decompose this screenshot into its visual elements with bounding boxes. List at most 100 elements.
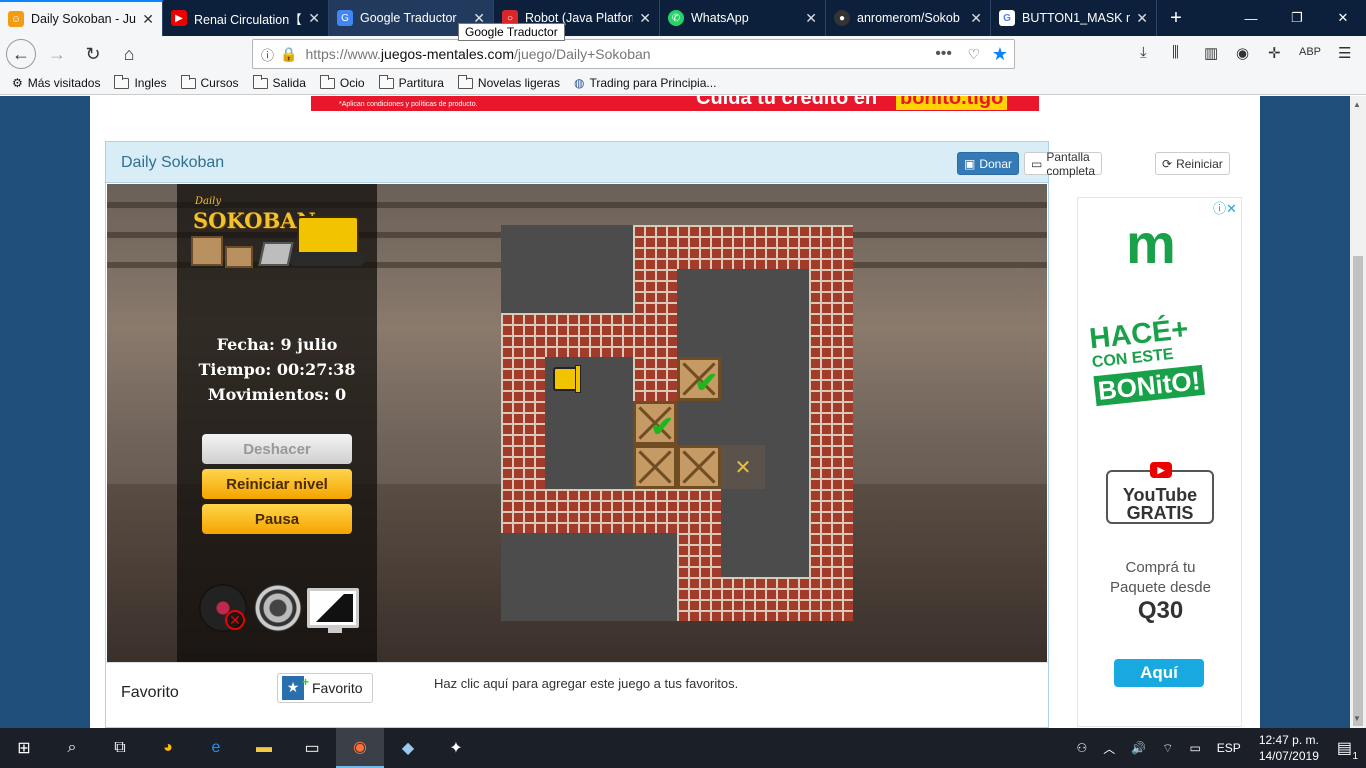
- close-window-icon[interactable]: ✕: [1320, 0, 1366, 36]
- navigation-bar: ← → ↻ ⌂ ⓘ 🔒 https://www. juegos-mentales.…: [0, 36, 1366, 72]
- pause-button[interactable]: Pausa: [202, 504, 352, 534]
- floor-tile: [545, 225, 589, 269]
- back-icon[interactable]: ←: [6, 39, 36, 69]
- wall-tile: [501, 489, 545, 533]
- unity-icon[interactable]: ✦: [432, 728, 480, 768]
- fullscreen-icon[interactable]: [307, 588, 359, 633]
- download-icon[interactable]: ⤓: [1140, 44, 1147, 61]
- wall-tile: [633, 225, 677, 269]
- ad-cta-button[interactable]: Aquí: [1114, 659, 1204, 687]
- scroll-thumb[interactable]: [1353, 256, 1363, 726]
- bookmark-ocio[interactable]: Ocio: [319, 74, 365, 90]
- yt-text: YouTube: [1122, 485, 1198, 505]
- close-tab-icon[interactable]: ✕: [970, 10, 982, 27]
- firefox-icon[interactable]: ◉: [336, 728, 384, 768]
- close-tab-icon[interactable]: ✕: [805, 10, 817, 27]
- edge-icon[interactable]: e: [192, 728, 240, 768]
- battery-icon[interactable]: ▭: [1189, 741, 1200, 755]
- url-domain: juegos-mentales.com: [380, 46, 514, 62]
- page-actions-icon[interactable]: •••: [935, 45, 952, 63]
- movistar-logo: m: [1126, 212, 1176, 275]
- bookmark-salida[interactable]: Salida: [252, 74, 306, 90]
- home-icon[interactable]: ⌂: [114, 39, 144, 69]
- bookmark-star-icon[interactable]: ★: [992, 44, 1008, 65]
- game-canvas[interactable]: Daily SOKOBAN Fecha: 9 julio Tiempo: 00:…: [107, 184, 1047, 662]
- restart-button[interactable]: ⟳ Reiniciar: [1155, 152, 1230, 175]
- terminal-icon[interactable]: ▭: [288, 728, 336, 768]
- clock[interactable]: 12:47 p. m. 14/07/2019: [1259, 732, 1319, 764]
- favorite-button[interactable]: ★ + Favorito: [277, 673, 373, 703]
- page-viewport: *Aplican condiciones y políticas de prod…: [0, 96, 1350, 728]
- bookmark-trading[interactable]: ◍ Trading para Principia...: [574, 76, 716, 90]
- lock-icon: 🔒: [280, 45, 298, 62]
- bookmark-ingles[interactable]: Ingles: [114, 74, 167, 90]
- people-icon[interactable]: ⚇: [1076, 741, 1087, 755]
- tab-title: Daily Sokoban - Jue: [31, 12, 137, 26]
- page-scrollbar[interactable]: ▲ ▼: [1350, 96, 1366, 728]
- close-tab-icon[interactable]: ✕: [308, 10, 320, 27]
- fullscreen-button[interactable]: ▭ Pantalla completa: [1024, 150, 1103, 178]
- clock-time: 12:47 p. m.: [1258, 733, 1319, 747]
- folder-icon: [180, 74, 196, 89]
- notifications-icon[interactable]: ▤ 1: [1337, 738, 1358, 762]
- chrome-icon[interactable]: ◕: [144, 728, 192, 768]
- tab-daily-sokoban[interactable]: ☺ Daily Sokoban - Jue ✕: [0, 0, 163, 36]
- restore-icon[interactable]: ❐: [1274, 0, 1320, 36]
- bookmark-cursos[interactable]: Cursos: [180, 74, 239, 90]
- ad-info-icon[interactable]: ⓘ✕: [1213, 198, 1237, 217]
- scroll-down-icon[interactable]: ▼: [1353, 714, 1361, 723]
- bookmark-mas-visitados[interactable]: ⚙ Más visitados: [12, 76, 100, 90]
- show-hidden-icon[interactable]: ︿: [1103, 740, 1115, 757]
- side-ad[interactable]: ⓘ✕ m HACÉ+ CON ESTE BONitO! ▶ YouTube GR…: [1077, 197, 1242, 727]
- tab-button1-mask[interactable]: G BUTTON1_MASK m ✕: [991, 0, 1157, 36]
- network-icon[interactable]: ⌔: [1162, 741, 1173, 756]
- logo-crate: [191, 236, 223, 266]
- language-indicator[interactable]: ESP: [1217, 741, 1241, 755]
- bookmark-partitura[interactable]: Partitura: [378, 74, 444, 90]
- volume-icon[interactable]: 🔊: [1131, 741, 1146, 755]
- adblock-icon[interactable]: ABP: [1299, 46, 1321, 58]
- menu-icon[interactable]: ☰: [1338, 44, 1351, 62]
- box: [633, 445, 677, 489]
- tab-whatsapp[interactable]: ✆ WhatsApp ✕: [660, 0, 826, 36]
- floor-tile: [765, 445, 809, 489]
- file-explorer-icon[interactable]: ▬: [240, 728, 288, 768]
- bookmark-novelas[interactable]: Novelas ligeras: [457, 74, 560, 90]
- app-cube-icon[interactable]: ◆: [384, 728, 432, 768]
- globe-icon: ◍: [573, 76, 585, 90]
- minimize-icon[interactable]: —: [1228, 0, 1274, 36]
- reload-icon[interactable]: ↻: [78, 39, 108, 69]
- folder-icon: [252, 74, 268, 89]
- task-view-icon[interactable]: ⧉: [96, 728, 144, 768]
- floor-tile: [545, 577, 589, 621]
- tab-renai[interactable]: ▶ Renai Circulation【Di ✕: [163, 0, 329, 36]
- tab-github[interactable]: ● anromerom/Sokob ✕: [826, 0, 991, 36]
- floor-tile: [545, 445, 589, 489]
- url-bar[interactable]: ⓘ 🔒 https://www. juegos-mentales.com/jueg…: [252, 39, 1015, 69]
- new-tab-button[interactable]: +: [1157, 0, 1195, 36]
- bookmark-label: Ingles: [134, 76, 167, 90]
- close-tab-icon[interactable]: ✕: [1136, 10, 1148, 27]
- forward-icon[interactable]: →: [42, 39, 72, 69]
- extension-icon[interactable]: ✛: [1268, 44, 1281, 62]
- floor-tile: [765, 313, 809, 357]
- floor-tile: [721, 269, 765, 313]
- account-icon[interactable]: ◉: [1236, 44, 1249, 62]
- close-tab-icon[interactable]: ✕: [639, 10, 651, 27]
- music-off-icon[interactable]: ✕: [199, 584, 247, 632]
- info-icon[interactable]: ⓘ: [261, 45, 274, 64]
- windows-start-icon[interactable]: ⊞: [0, 728, 48, 768]
- donate-button[interactable]: ▣ Donar: [957, 152, 1020, 175]
- library-icon[interactable]: ⫼: [1172, 44, 1179, 61]
- pocket-icon[interactable]: ♡: [967, 46, 980, 63]
- wall-tile: [589, 489, 633, 533]
- sound-icon[interactable]: [254, 584, 302, 632]
- restart-level-button[interactable]: Reiniciar nivel: [202, 469, 352, 499]
- search-icon[interactable]: ⌕: [48, 728, 96, 768]
- scroll-up-icon[interactable]: ▲: [1353, 100, 1361, 109]
- close-tab-icon[interactable]: ✕: [142, 11, 154, 28]
- undo-button[interactable]: Deshacer: [202, 434, 352, 464]
- top-ad-banner[interactable]: *Aplican condiciones y políticas de prod…: [311, 96, 1039, 111]
- floor-tile: [677, 269, 721, 313]
- sidebar-icon[interactable]: ▥: [1204, 44, 1218, 62]
